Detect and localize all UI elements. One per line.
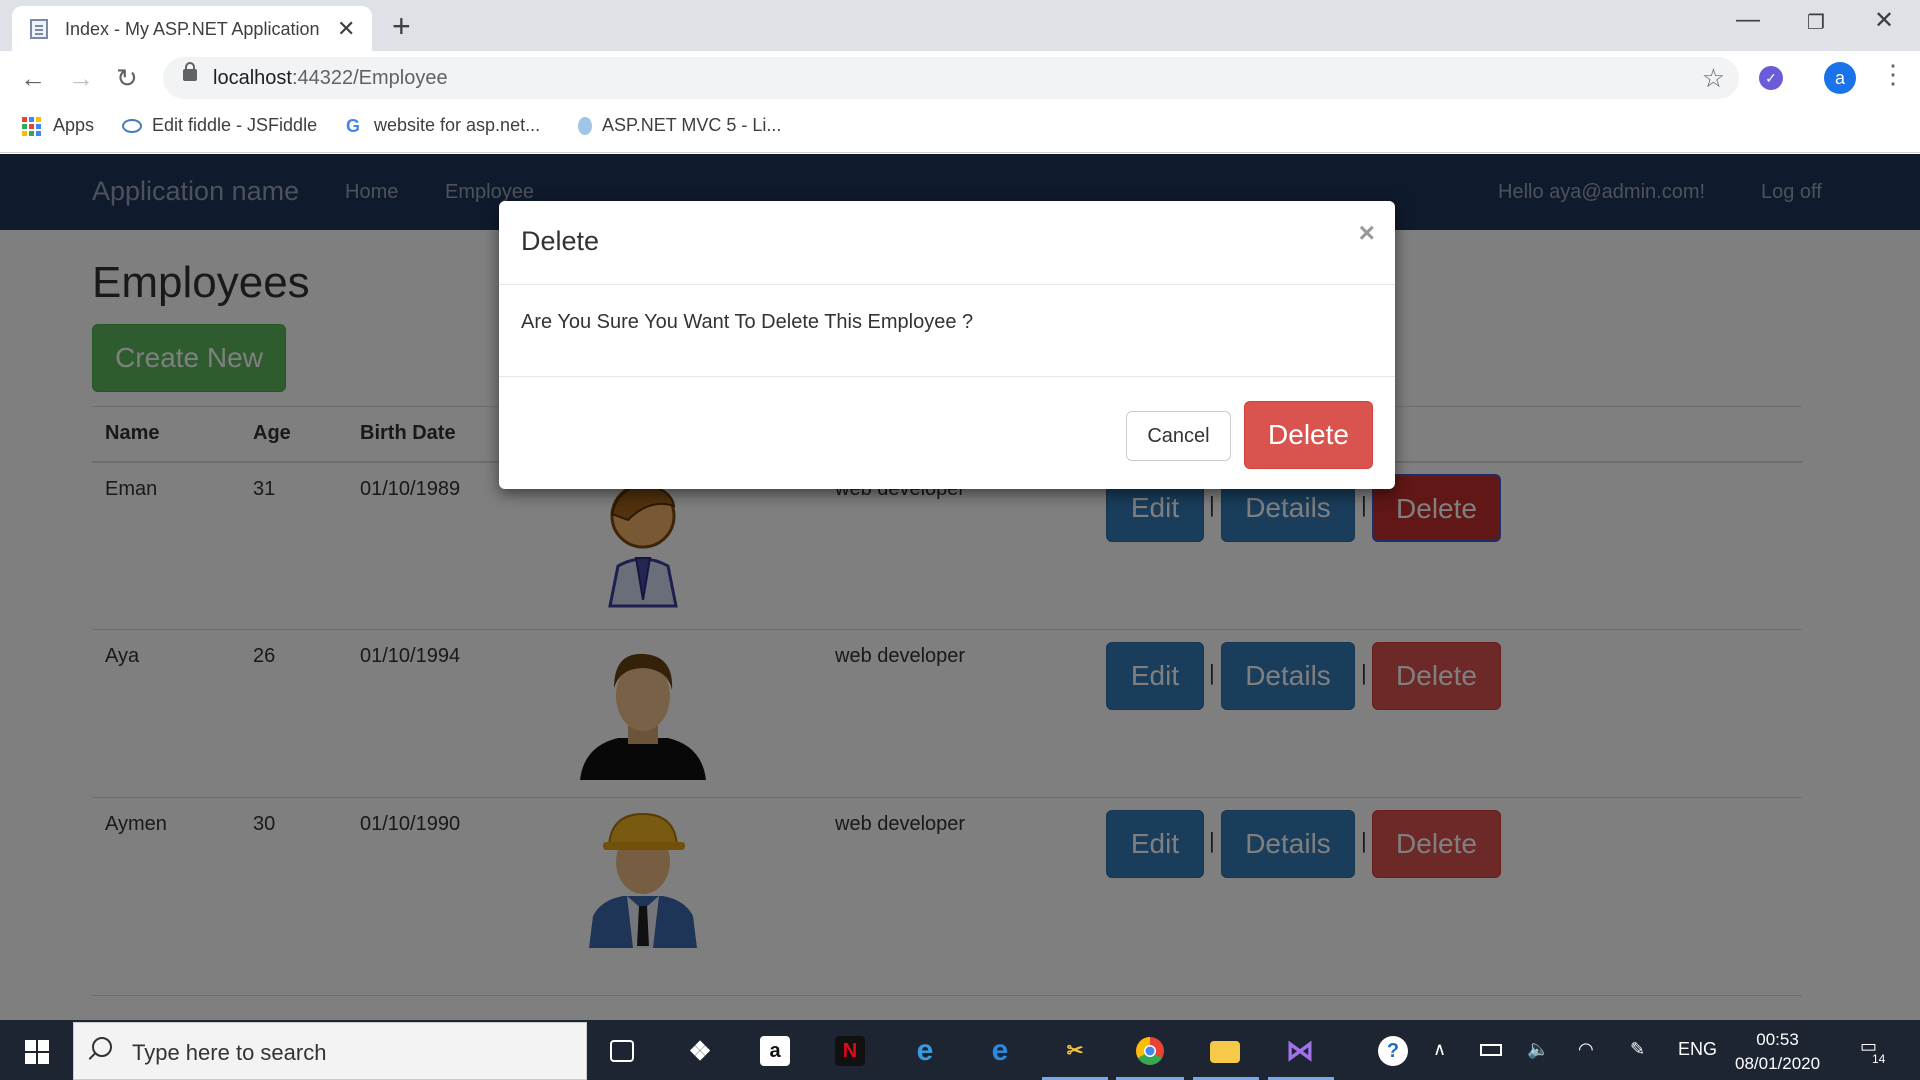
- internet-explorer-icon[interactable]: e: [910, 1036, 940, 1066]
- google-icon: G: [346, 116, 361, 137]
- new-tab-icon[interactable]: +: [392, 8, 411, 45]
- wifi-icon[interactable]: ◠: [1578, 1039, 1594, 1060]
- file-explorer-icon[interactable]: [1210, 1041, 1240, 1063]
- modal-title: Delete: [521, 226, 600, 256]
- clock-time: 00:53: [1756, 1030, 1799, 1049]
- notifications-count: 14: [1872, 1052, 1886, 1066]
- bookmark-jsfiddle[interactable]: Edit fiddle - JSFiddle: [122, 115, 317, 136]
- restore-icon[interactable]: ❐: [1796, 10, 1836, 35]
- page-favicon-icon: [30, 19, 48, 39]
- netflix-icon[interactable]: N: [835, 1036, 865, 1066]
- chrome-icon[interactable]: [1135, 1036, 1165, 1066]
- volume-icon[interactable]: 🔈: [1527, 1039, 1549, 1060]
- battery-icon[interactable]: [1480, 1044, 1502, 1056]
- tools-icon[interactable]: ✂: [1060, 1036, 1090, 1066]
- system-clock[interactable]: 00:53 08/01/2020: [1735, 1028, 1820, 1076]
- browser-tabstrip: Index - My ASP.NET Application ✕ + — ❐ ✕: [0, 0, 1920, 51]
- taskbar-search-input[interactable]: Type here to search: [73, 1022, 587, 1080]
- bookmark-apps[interactable]: Apps: [22, 115, 94, 136]
- lock-icon: [183, 62, 197, 81]
- windows-start-icon[interactable]: [25, 1040, 49, 1064]
- bookmark-google-search[interactable]: Gwebsite for asp.net...: [346, 115, 540, 136]
- amazon-icon[interactable]: a: [760, 1036, 790, 1066]
- modal-close-icon[interactable]: ×: [1359, 217, 1375, 249]
- bookmark-aspnet[interactable]: ASP.NET MVC 5 - Li...: [578, 115, 781, 136]
- delete-modal: Delete × Are You Sure You Want To Delete…: [499, 201, 1395, 489]
- modal-header-divider: [499, 284, 1395, 285]
- clock-date: 08/01/2020: [1735, 1054, 1821, 1073]
- help-icon[interactable]: ?: [1378, 1036, 1408, 1066]
- jsfiddle-icon: [122, 119, 142, 134]
- extension-check-icon[interactable]: ✓: [1759, 66, 1783, 90]
- edge-icon[interactable]: e: [985, 1036, 1015, 1066]
- confirm-delete-button[interactable]: Delete: [1244, 401, 1373, 469]
- window-close-icon[interactable]: ✕: [1864, 6, 1904, 35]
- apps-grid-icon: [22, 116, 41, 136]
- cancel-button[interactable]: Cancel: [1126, 411, 1231, 461]
- bookmark-star-icon[interactable]: ☆: [1702, 63, 1725, 94]
- profile-avatar[interactable]: a: [1824, 62, 1856, 94]
- url-text: localhost:44322/Employee: [213, 67, 448, 89]
- back-icon[interactable]: ←: [20, 63, 46, 94]
- minimize-icon[interactable]: —: [1728, 6, 1768, 34]
- visual-studio-icon[interactable]: ⋈: [1285, 1036, 1315, 1066]
- forward-icon[interactable]: →: [68, 63, 94, 94]
- bookmarks-bar: Apps Edit fiddle - JSFiddle Gwebsite for…: [0, 105, 1920, 153]
- reload-icon[interactable]: ↻: [116, 63, 138, 94]
- browser-toolbar: ← → ↻ localhost:44322/Employee ☆ ✓ a ⋮: [0, 51, 1920, 105]
- pen-icon[interactable]: ✎: [1630, 1039, 1645, 1060]
- search-placeholder: Type here to search: [132, 1040, 327, 1065]
- address-bar[interactable]: localhost:44322/Employee ☆: [163, 57, 1739, 99]
- dropbox-icon[interactable]: ❖: [685, 1036, 715, 1066]
- web-page: Application name Home Employee Hello aya…: [0, 154, 1920, 1020]
- browser-menu-icon[interactable]: ⋮: [1880, 59, 1906, 90]
- windows-taskbar: Type here to search ❖ a N e e ✂ ⋈ ? ∧ 🔈 …: [0, 1020, 1920, 1080]
- search-icon: [92, 1037, 112, 1057]
- modal-footer-divider: [499, 376, 1395, 377]
- language-indicator[interactable]: ENG: [1678, 1039, 1717, 1060]
- modal-message: Are You Sure You Want To Delete This Emp…: [521, 311, 974, 333]
- tab-title: Index - My ASP.NET Application: [65, 19, 320, 39]
- task-view-icon[interactable]: [610, 1040, 634, 1062]
- tray-chevron-icon[interactable]: ∧: [1433, 1039, 1446, 1060]
- aspnet-icon: [578, 117, 592, 136]
- tab-close-icon[interactable]: ✕: [337, 16, 355, 42]
- browser-tab[interactable]: Index - My ASP.NET Application ✕: [12, 6, 372, 51]
